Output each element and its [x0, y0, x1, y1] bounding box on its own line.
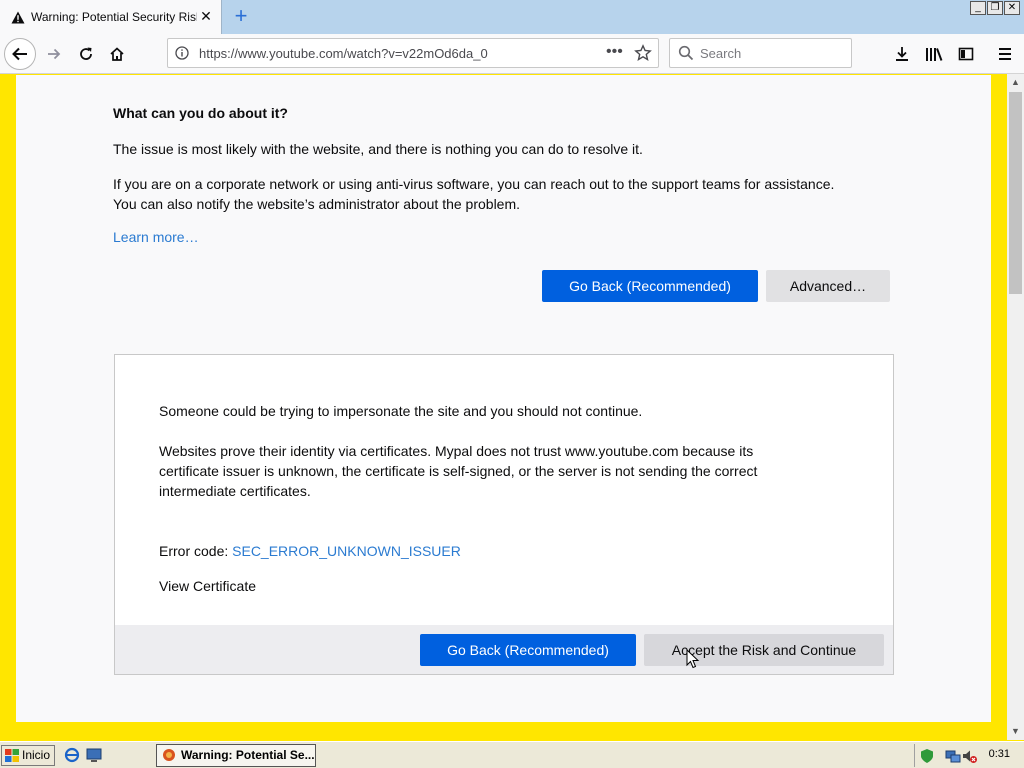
show-desktop-icon[interactable] [86, 747, 102, 763]
screen: Warning: Potential Security Risk ✕ + _ ❐… [0, 0, 1024, 768]
windows-flag-icon [5, 749, 19, 762]
search-bar[interactable] [669, 38, 852, 68]
search-input[interactable] [700, 44, 840, 62]
back-icon[interactable] [4, 38, 36, 70]
scroll-down-icon[interactable]: ▼ [1007, 723, 1024, 740]
taskbar-window-item[interactable]: Warning: Potential Se... [156, 744, 316, 767]
cert-text-line2: certificate issuer is unknown, the certi… [159, 463, 758, 479]
section-heading: What can you do about it? [113, 105, 288, 121]
system-tray: 0:31 [914, 744, 1024, 767]
learn-more-link[interactable]: Learn more… [113, 229, 199, 245]
cert-text-line3: intermediate certificates. [159, 483, 311, 499]
taskbar: Inicio Warning: Potential Se... 0:31 [0, 741, 1024, 768]
menu-icon[interactable] [991, 40, 1019, 68]
address-bar[interactable]: https://www.youtube.com/watch?v=v22mOd6d… [167, 38, 659, 68]
url-text[interactable]: https://www.youtube.com/watch?v=v22mOd6d… [199, 46, 488, 61]
scroll-up-icon[interactable]: ▲ [1007, 74, 1024, 91]
advanced-button[interactable]: Advanced… [766, 270, 890, 302]
forward-icon[interactable] [40, 40, 68, 68]
library-icon[interactable] [920, 40, 948, 68]
start-button[interactable]: Inicio [1, 745, 55, 766]
accept-risk-button[interactable]: Accept the Risk and Continue [644, 634, 884, 666]
view-certificate-link[interactable]: View Certificate [159, 576, 256, 596]
warning-icon [10, 9, 26, 25]
clock: 0:31 [988, 748, 1010, 760]
panel-footer: Go Back (Recommended) Accept the Risk an… [115, 625, 893, 674]
navigation-toolbar: https://www.youtube.com/watch?v=v22mOd6d… [0, 34, 1024, 74]
restore-icon[interactable]: ❐ [987, 1, 1003, 15]
security-shield-icon[interactable] [919, 748, 935, 764]
network-icon[interactable] [945, 748, 961, 764]
advanced-panel: Someone could be trying to impersonate t… [114, 354, 894, 675]
new-tab-icon[interactable]: + [230, 5, 252, 28]
vertical-scrollbar[interactable]: ▲ ▼ [1007, 74, 1024, 740]
sidebar-icon[interactable] [952, 40, 980, 68]
info-icon[interactable] [175, 46, 189, 60]
panel-go-back-button[interactable]: Go Back (Recommended) [420, 634, 636, 666]
window-close-icon[interactable]: ✕ [1004, 1, 1020, 15]
tab-strip: Warning: Potential Security Risk ✕ + _ ❐… [0, 0, 1024, 34]
error-code-link[interactable]: SEC_ERROR_UNKNOWN_ISSUER [232, 543, 461, 559]
home-icon[interactable] [103, 40, 131, 68]
resolve-text: The issue is most likely with the websit… [113, 141, 643, 157]
assistance-text: If you are on a corporate network or usi… [113, 176, 835, 192]
error-code-label: Error code: [159, 543, 233, 559]
window-controls: _ ❐ ✕ [970, 1, 1020, 15]
error-page: What can you do about it? The issue is m… [16, 75, 991, 722]
reload-icon[interactable] [72, 40, 100, 68]
minimize-icon[interactable]: _ [970, 1, 986, 15]
start-label: Inicio [22, 748, 51, 762]
internet-explorer-icon[interactable] [64, 747, 80, 763]
tab-close-icon[interactable]: ✕ [199, 9, 213, 23]
tab-title: Warning: Potential Security Risk [31, 10, 197, 24]
notify-text: You can also notify the website’s admini… [113, 196, 521, 212]
bookmark-star-icon[interactable] [634, 44, 652, 62]
volume-muted-icon[interactable] [961, 748, 977, 764]
page-actions-icon[interactable]: ••• [606, 43, 623, 61]
browser-app-icon [162, 748, 176, 762]
mouse-cursor-icon [686, 648, 700, 669]
tab-security-warning[interactable]: Warning: Potential Security Risk ✕ [0, 0, 222, 34]
downloads-icon[interactable] [888, 40, 916, 68]
taskbar-window-title: Warning: Potential Se... [181, 748, 315, 762]
search-icon [678, 45, 694, 61]
error-code-row: Error code: SEC_ERROR_UNKNOWN_ISSUER [159, 541, 461, 561]
go-back-button[interactable]: Go Back (Recommended) [542, 270, 758, 302]
impersonate-warning: Someone could be trying to impersonate t… [159, 403, 643, 419]
scroll-thumb[interactable] [1009, 92, 1022, 294]
cert-text-line1: Websites prove their identity via certif… [159, 443, 754, 459]
